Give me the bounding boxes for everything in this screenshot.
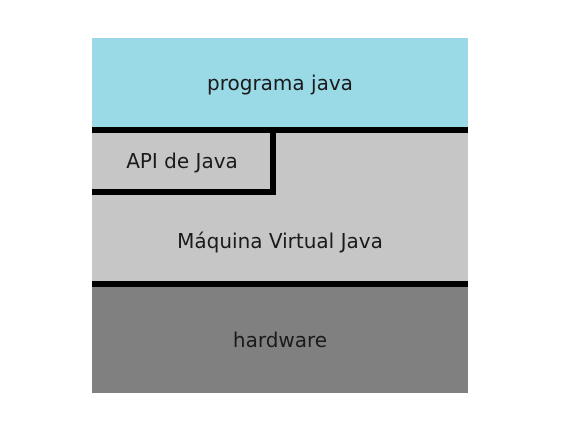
divider-api-right	[270, 127, 276, 195]
layer-hardware: hardware	[92, 286, 468, 393]
layer-api-de-java: API de Java	[92, 130, 272, 192]
layer-maquina-virtual-java-label: Máquina Virtual Java	[177, 229, 383, 253]
divider-program-api	[92, 127, 468, 133]
layer-hardware-label: hardware	[232, 327, 328, 352]
layer-maquina-virtual-java: Máquina Virtual Java	[92, 196, 468, 286]
layer-api-de-java-label: API de Java	[126, 149, 238, 173]
layer-programa-java: programa java	[92, 38, 468, 127]
divider-api-bottom	[92, 189, 276, 195]
divider-jvm-hardware	[92, 281, 468, 287]
layer-programa-java-label: programa java	[207, 70, 353, 95]
diagram-canvas: programa java API de Java Máquina Virtua…	[0, 0, 578, 435]
